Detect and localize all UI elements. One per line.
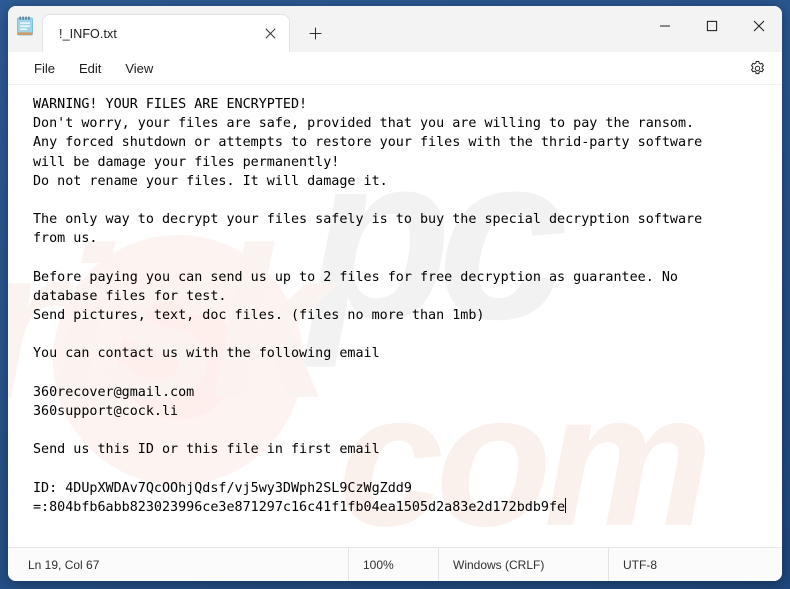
text-line: database files for test.: [33, 288, 227, 304]
menu-bar: File Edit View: [8, 52, 782, 85]
close-tab-icon[interactable]: [257, 21, 283, 47]
text-line: [33, 191, 782, 210]
text-line: [33, 364, 782, 383]
text-line: =:804bfb6abb823023996ce3e871297c16c41f1f…: [33, 497, 567, 515]
status-bar: Ln 19, Col 67 100% Windows (CRLF) UTF-8: [8, 547, 782, 581]
status-line-ending[interactable]: Windows (CRLF): [438, 548, 608, 581]
tab-label: !_INFO.txt: [59, 26, 117, 41]
text-line: from us.: [33, 231, 98, 247]
ransom-note-text[interactable]: WARNING! YOUR FILES ARE ENCRYPTED! Don't …: [8, 85, 782, 517]
text-line: WARNING! YOUR FILES ARE ENCRYPTED!: [33, 97, 308, 112]
menu-item-edit[interactable]: Edit: [67, 57, 113, 80]
text-line: Send pictures, text, doc files. (files n…: [33, 308, 485, 324]
text-line: [33, 249, 782, 268]
window-controls: [641, 6, 782, 46]
close-window-button[interactable]: [735, 6, 782, 46]
text-editor-area[interactable]: pc risk com WARNING! YOUR FILES ARE ENCR…: [8, 85, 782, 547]
text-line: 360recover@gmail.com: [33, 384, 195, 400]
notepad-icon: [8, 6, 42, 52]
title-bar: !_INFO.txt: [8, 6, 782, 52]
gear-icon[interactable]: [744, 55, 770, 81]
notepad-window: !_INFO.txt File Edit View pc risk com WA…: [8, 6, 782, 581]
text-line: [33, 421, 782, 440]
tab-info-txt[interactable]: !_INFO.txt: [42, 14, 290, 52]
text-line: Do not rename your files. It will damage…: [33, 173, 388, 189]
new-tab-button[interactable]: [298, 18, 332, 48]
text-line: You can contact us with the following em…: [33, 346, 380, 362]
text-line: [33, 460, 782, 479]
minimize-button[interactable]: [641, 6, 688, 46]
status-zoom-level[interactable]: 100%: [348, 548, 438, 581]
menu-item-file[interactable]: File: [22, 57, 67, 80]
text-caret: [565, 497, 567, 513]
text-line: Send us this ID or this file in first em…: [33, 442, 380, 458]
text-line: 360support@cock.li: [33, 404, 179, 419]
menu-item-view[interactable]: View: [113, 57, 165, 80]
status-encoding[interactable]: UTF-8: [608, 548, 671, 581]
text-line: Any forced shutdown or attempts to resto…: [33, 135, 703, 151]
maximize-button[interactable]: [688, 6, 735, 46]
text-line: Before paying you can send us up to 2 fi…: [33, 269, 678, 285]
text-line: The only way to decrypt your files safel…: [33, 212, 703, 228]
text-line: ID: 4DUpXWDAv7QcOOhjQdsf/vj5wy3DWph2SL9C…: [33, 480, 412, 496]
text-line: Don't worry, your files are safe, provid…: [33, 116, 695, 132]
text-line: will be damage your files permanently!: [33, 154, 340, 170]
status-line-column: Ln 19, Col 67: [28, 557, 100, 572]
text-line: [33, 325, 782, 344]
desktop-background: !_INFO.txt File Edit View pc risk com WA…: [0, 0, 790, 589]
